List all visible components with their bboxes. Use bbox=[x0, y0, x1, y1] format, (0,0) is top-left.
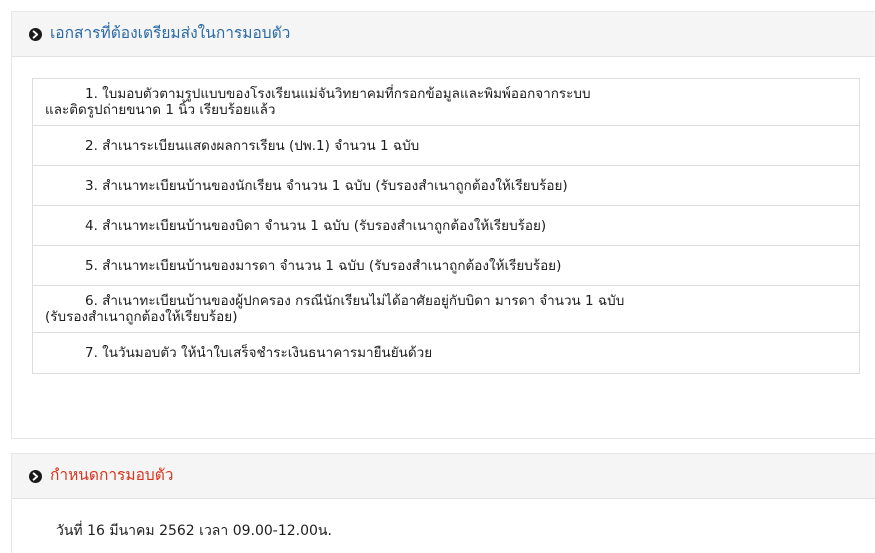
schedule-panel: กำหนดการมอบตัว วันที่ 16 มีนาคม 2562 เวล… bbox=[11, 453, 875, 553]
documents-section-title: เอกสารที่ต้องเตรียมส่งในการมอบตัว bbox=[50, 24, 291, 43]
schedule-section-title: กำหนดการมอบตัว bbox=[50, 466, 174, 485]
list-item-text: 4. สำเนาทะเบียนบ้านของบิดา จำนวน 1 ฉบับ … bbox=[85, 217, 547, 234]
schedule-date-text: วันที่ 16 มีนาคม 2562 เวลา 09.00-12.00น. bbox=[56, 523, 332, 539]
list-item: 3. สำเนาทะเบียนบ้านของนักเรียน จำนวน 1 ฉ… bbox=[33, 166, 859, 206]
list-item-text-continued: และติดรูปถ่ายขนาด 1 นิ้ว เรียบร้อยแล้ว bbox=[45, 102, 276, 118]
list-item: 4. สำเนาทะเบียนบ้านของบิดา จำนวน 1 ฉบับ … bbox=[33, 206, 859, 246]
list-item-text: 2. สำเนาระเบียนแสดงผลการเรียน (ปพ.1) จำน… bbox=[85, 137, 420, 154]
documents-list: 1. ใบมอบตัวตามรูปแบบของโรงเรียนแม่จันวิท… bbox=[32, 78, 860, 374]
list-item: 1. ใบมอบตัวตามรูปแบบของโรงเรียนแม่จันวิท… bbox=[33, 79, 859, 126]
circle-arrow-right-icon bbox=[29, 27, 42, 41]
documents-panel-header: เอกสารที่ต้องเตรียมส่งในการมอบตัว bbox=[12, 12, 875, 57]
schedule-panel-header: กำหนดการมอบตัว bbox=[12, 454, 875, 499]
list-item-text: 3. สำเนาทะเบียนบ้านของนักเรียน จำนวน 1 ฉ… bbox=[85, 177, 568, 194]
list-item-text: 5. สำเนาทะเบียนบ้านของมารดา จำนวน 1 ฉบับ… bbox=[85, 257, 562, 274]
list-item-text-continued: (รับรองสำเนาถูกต้องให้เรียบร้อย) bbox=[45, 309, 238, 325]
list-item: 5. สำเนาทะเบียนบ้านของมารดา จำนวน 1 ฉบับ… bbox=[33, 246, 859, 286]
list-item: 6. สำเนาทะเบียนบ้านของผู้ปกครอง กรณีนักเ… bbox=[33, 286, 859, 333]
circle-arrow-right-icon bbox=[29, 469, 42, 483]
list-item: 7. ในวันมอบตัว ให้นำใบเสร็จชำระเงินธนาคา… bbox=[33, 333, 859, 373]
list-item-text: 6. สำเนาทะเบียนบ้านของผู้ปกครอง กรณีนักเ… bbox=[85, 293, 625, 309]
documents-panel: เอกสารที่ต้องเตรียมส่งในการมอบตัว 1. ใบม… bbox=[11, 11, 875, 439]
list-item-text: 7. ในวันมอบตัว ให้นำใบเสร็จชำระเงินธนาคา… bbox=[85, 345, 433, 361]
list-item: 2. สำเนาระเบียนแสดงผลการเรียน (ปพ.1) จำน… bbox=[33, 126, 859, 166]
list-item-text: 1. ใบมอบตัวตามรูปแบบของโรงเรียนแม่จันวิท… bbox=[85, 86, 591, 102]
